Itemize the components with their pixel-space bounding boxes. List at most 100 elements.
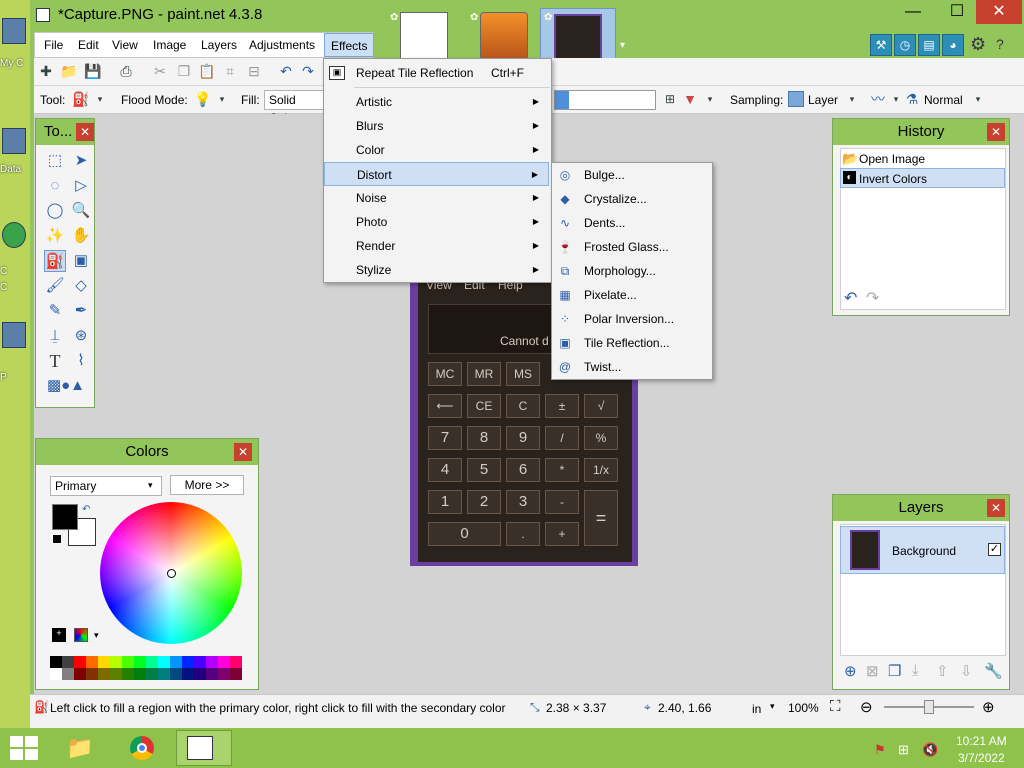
text-icon[interactable]: T: [44, 350, 66, 372]
thumb-close-icon[interactable]: ✿: [544, 12, 554, 23]
colors-panel-close-icon[interactable]: ✕: [234, 443, 252, 461]
submenu-item-frosted-glass[interactable]: 🍷 Frosted Glass...: [552, 235, 710, 259]
palette-swatch[interactable]: [194, 668, 206, 680]
volume-icon[interactable]: 🔇: [922, 742, 938, 758]
palette-swatch[interactable]: [158, 656, 170, 668]
deselect-icon[interactable]: ⊟: [246, 63, 262, 79]
palette-swatch[interactable]: [218, 656, 230, 668]
menu-item-color[interactable]: Color ▶: [324, 138, 549, 162]
shapes-icon[interactable]: ▩●▲: [44, 375, 88, 397]
submenu-item-pixelate[interactable]: ▦ Pixelate...: [552, 283, 710, 307]
palette-swatch[interactable]: [158, 668, 170, 680]
move-layer-down-icon[interactable]: ⇩: [960, 662, 973, 680]
maximize-button[interactable]: ☐: [938, 0, 976, 24]
merge-layer-icon[interactable]: ⤓: [912, 662, 919, 679]
palette-swatch[interactable]: [182, 656, 194, 668]
sampling-layer-icon[interactable]: [788, 91, 804, 107]
recolor-icon[interactable]: ⊛: [70, 325, 92, 347]
zoom-slider-thumb[interactable]: [924, 700, 934, 714]
file-explorer-icon[interactable]: 📁: [60, 730, 100, 766]
print-icon[interactable]: ⎙: [118, 63, 134, 79]
redo-history-icon[interactable]: ↷: [866, 288, 879, 308]
redo-icon[interactable]: ↷: [300, 63, 316, 79]
lasso-select-icon[interactable]: ◌: [44, 175, 66, 197]
palette-swatch[interactable]: [50, 656, 62, 668]
paintnet-task-icon[interactable]: [176, 730, 232, 766]
menu-effects[interactable]: Effects: [324, 33, 375, 57]
chevron-down-icon[interactable]: ▾: [148, 480, 153, 491]
chevron-down-icon[interactable]: ▾: [214, 91, 230, 107]
palette-swatch[interactable]: [98, 668, 110, 680]
menu-item-render[interactable]: Render ▶: [324, 234, 549, 258]
desktop-icon[interactable]: [2, 222, 26, 248]
pan-icon[interactable]: ✋: [70, 225, 92, 247]
undo-history-icon[interactable]: ↶: [844, 288, 857, 308]
add-to-palette-icon[interactable]: +: [52, 628, 66, 642]
image-thumbnail[interactable]: [480, 12, 528, 60]
menu-file[interactable]: File: [38, 33, 69, 57]
antialiasing-icon[interactable]: 〰: [870, 91, 886, 107]
palette-swatch[interactable]: [74, 656, 86, 668]
color-palette[interactable]: [50, 656, 242, 680]
submenu-item-morphology[interactable]: ⧉ Morphology...: [552, 259, 710, 283]
submenu-item-twist[interactable]: @ Twist...: [552, 355, 710, 379]
magic-wand-icon[interactable]: ✨: [44, 225, 66, 247]
blend-mode-icon[interactable]: ⚗: [904, 91, 920, 107]
color-wheel-cursor[interactable]: [167, 569, 176, 578]
zoom-icon[interactable]: 🔍: [70, 200, 92, 222]
chevron-down-icon[interactable]: ▾: [888, 91, 904, 107]
thumb-close-icon[interactable]: ✿: [470, 12, 480, 23]
rectangle-select-icon[interactable]: ⬚: [44, 150, 66, 172]
chevron-down-icon[interactable]: ▾: [844, 91, 860, 107]
close-button[interactable]: ✕: [976, 0, 1022, 24]
copy-icon[interactable]: ❐: [176, 63, 192, 79]
pencil-icon[interactable]: ✎: [44, 300, 66, 322]
palette-swatch[interactable]: [170, 668, 182, 680]
blend-mode-value[interactable]: Normal: [924, 93, 963, 107]
submenu-item-bulge[interactable]: ◎ Bulge...: [552, 163, 710, 187]
fill-select[interactable]: Solid Colo: [264, 90, 324, 125]
open-icon[interactable]: 📁: [60, 63, 77, 79]
desktop-icon[interactable]: [2, 322, 26, 348]
palette-swatch[interactable]: [62, 656, 74, 668]
history-item-open-image[interactable]: Open Image: [859, 152, 925, 166]
chevron-down-icon[interactable]: ▾: [702, 91, 718, 107]
desktop-icon[interactable]: [2, 18, 26, 44]
zoom-fit-icon[interactable]: ⛶: [830, 698, 841, 715]
palette-swatch[interactable]: [206, 668, 218, 680]
menu-item-photo[interactable]: Photo ▶: [324, 210, 549, 234]
clock-date[interactable]: 3/7/2022: [958, 751, 1005, 765]
units-select[interactable]: in: [752, 702, 761, 716]
palette-swatch[interactable]: [170, 656, 182, 668]
palette-swatch[interactable]: [146, 656, 158, 668]
gear-icon[interactable]: ⚙: [970, 34, 986, 55]
add-layer-icon[interactable]: ⊕: [844, 662, 857, 680]
eraser-icon[interactable]: ◇: [70, 275, 92, 297]
colors-window-icon[interactable]: ◕: [942, 34, 964, 56]
menu-image[interactable]: Image: [147, 33, 192, 57]
move-layer-up-icon[interactable]: ⇧: [936, 662, 949, 680]
clock-time[interactable]: 10:21 AM: [956, 734, 1007, 748]
chevron-down-icon[interactable]: ▾: [620, 40, 625, 51]
line-curve-icon[interactable]: ⌇: [70, 350, 92, 372]
network-icon[interactable]: ⊞: [898, 742, 909, 758]
menu-adjustments[interactable]: Adjustments: [243, 33, 321, 57]
ellipse-select-icon[interactable]: ◯: [44, 200, 66, 222]
menu-layers[interactable]: Layers: [195, 33, 243, 57]
palette-swatch[interactable]: [86, 668, 98, 680]
delete-layer-icon[interactable]: ⊠: [866, 662, 879, 680]
color-picker-icon[interactable]: ✒: [70, 300, 92, 322]
palette-swatch[interactable]: [122, 656, 134, 668]
palette-swatch[interactable]: [218, 668, 230, 680]
paint-bucket-tool-icon[interactable]: ⛽: [44, 250, 66, 272]
alpha-blend-icon[interactable]: ▼: [682, 91, 698, 107]
zoom-in-icon[interactable]: ⊕: [982, 698, 995, 716]
paintnet-icon[interactable]: [36, 8, 50, 22]
thumb-close-icon[interactable]: ✿: [390, 12, 400, 23]
palette-swatch[interactable]: [98, 656, 110, 668]
chevron-down-icon[interactable]: ▾: [92, 91, 108, 107]
duplicate-layer-icon[interactable]: ❐: [888, 662, 901, 680]
crop-icon[interactable]: ⌗: [222, 63, 238, 79]
palette-swatch[interactable]: [194, 656, 206, 668]
palette-swatch[interactable]: [110, 668, 122, 680]
